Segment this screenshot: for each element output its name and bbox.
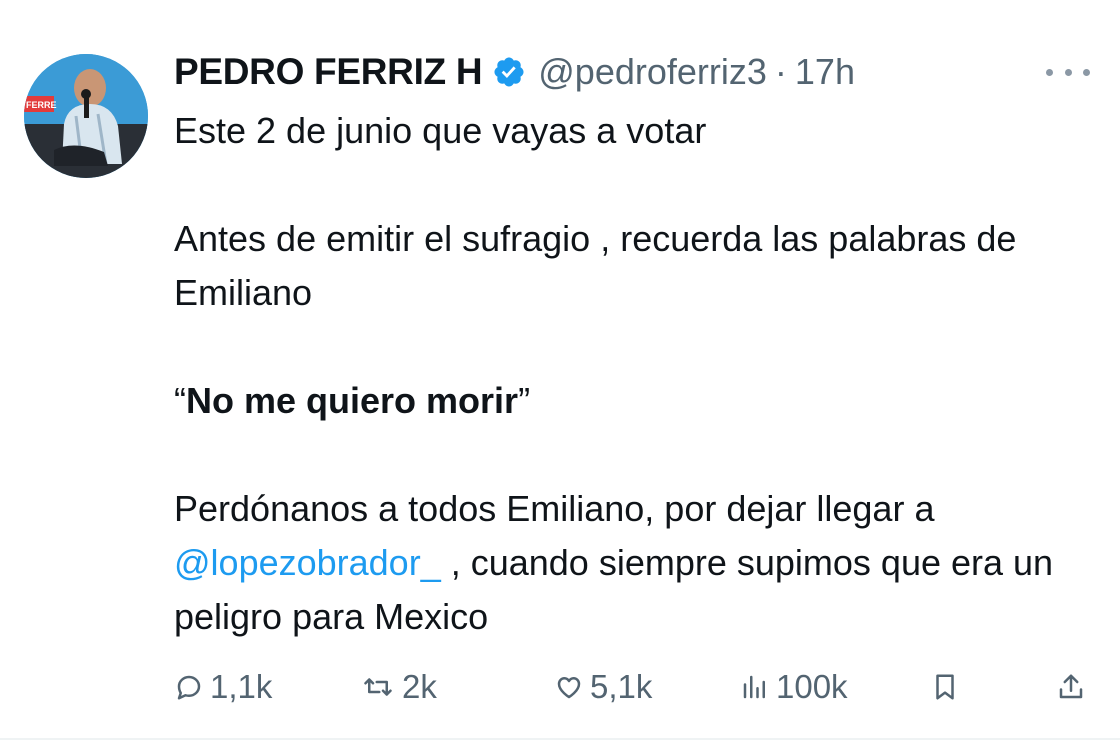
dot [1064,68,1072,76]
reply-button[interactable]: 1,1k [174,660,272,714]
views-count: 100k [776,668,848,705]
author-handle[interactable]: @pedroferriz3 [538,51,767,93]
dot [1083,68,1090,76]
dot [1046,68,1053,76]
more-options-icon[interactable] [1046,60,1090,84]
author-name[interactable]: PEDRO FERRIZ H [174,51,483,93]
share-button[interactable] [1056,660,1092,714]
views-button[interactable]: 100k [740,660,848,714]
repost-icon [364,678,392,696]
tweet-line-4: Perdónanos a todos Emiliano, por dejar l… [174,482,1104,644]
bookmark-button[interactable] [930,660,966,714]
like-icon [557,677,581,699]
like-button[interactable]: 5,1k [554,660,652,714]
tweet-line-1: Este 2 de junio que vayas a votar [174,110,707,151]
tweet-header: PEDRO FERRIZ H @pedroferriz3 · 17h [174,48,855,96]
reply-count: 1,1k [210,668,273,705]
repost-button[interactable]: 2k [360,660,437,714]
bookmark-icon [936,674,954,700]
divider [0,738,1120,740]
avatar[interactable]: FERRE [24,54,148,178]
views-icon [743,675,765,699]
avatar-banner-text: FERRE [26,100,57,110]
repost-count: 2k [402,668,437,705]
quote-open: “ [174,380,186,421]
share-icon [1059,674,1083,699]
tweet-actions: 1,1k 2k 5,1k 100k [174,660,1094,714]
avatar-photo: FERRE [24,54,148,178]
tweet-line-2: Antes de emitir el sufragio , recuerda l… [174,218,1017,313]
quote-close: ” [518,380,531,421]
verified-badge-icon [492,55,526,89]
tweet-time[interactable]: 17h [795,51,855,93]
mention-link[interactable]: @lopezobrador_ [174,542,441,583]
tweet-quote: “No me quiero morir” [174,374,1104,428]
quote-text: No me quiero morir [186,380,519,421]
like-count: 5,1k [590,668,653,705]
tweet-text: Este 2 de junio que vayas a votar Antes … [174,104,1104,644]
separator-dot: · [774,51,787,92]
tweet-line-4-start: Perdónanos a todos Emiliano, por dejar l… [174,488,935,529]
reply-icon [177,675,201,700]
